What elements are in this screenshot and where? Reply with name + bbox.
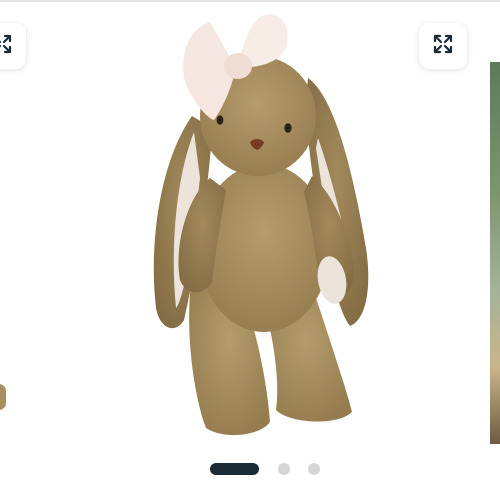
expand-image-button[interactable]: [419, 23, 467, 69]
expand-arrows-icon: [431, 32, 455, 61]
product-image-carousel[interactable]: [0, 2, 500, 500]
next-slide-peek[interactable]: [490, 62, 500, 444]
carousel-dot-2[interactable]: [278, 463, 290, 475]
product-image-plush-bunny[interactable]: [140, 8, 380, 440]
expand-image-button-previous[interactable]: [0, 23, 26, 69]
carousel-dot-1[interactable]: [210, 463, 259, 475]
carousel-dot-3[interactable]: [308, 463, 320, 475]
carousel-pagination: [0, 461, 500, 475]
previous-slide-image: [0, 384, 6, 410]
previous-slide-peek[interactable]: [0, 12, 6, 442]
expand-arrows-icon: [0, 32, 14, 61]
